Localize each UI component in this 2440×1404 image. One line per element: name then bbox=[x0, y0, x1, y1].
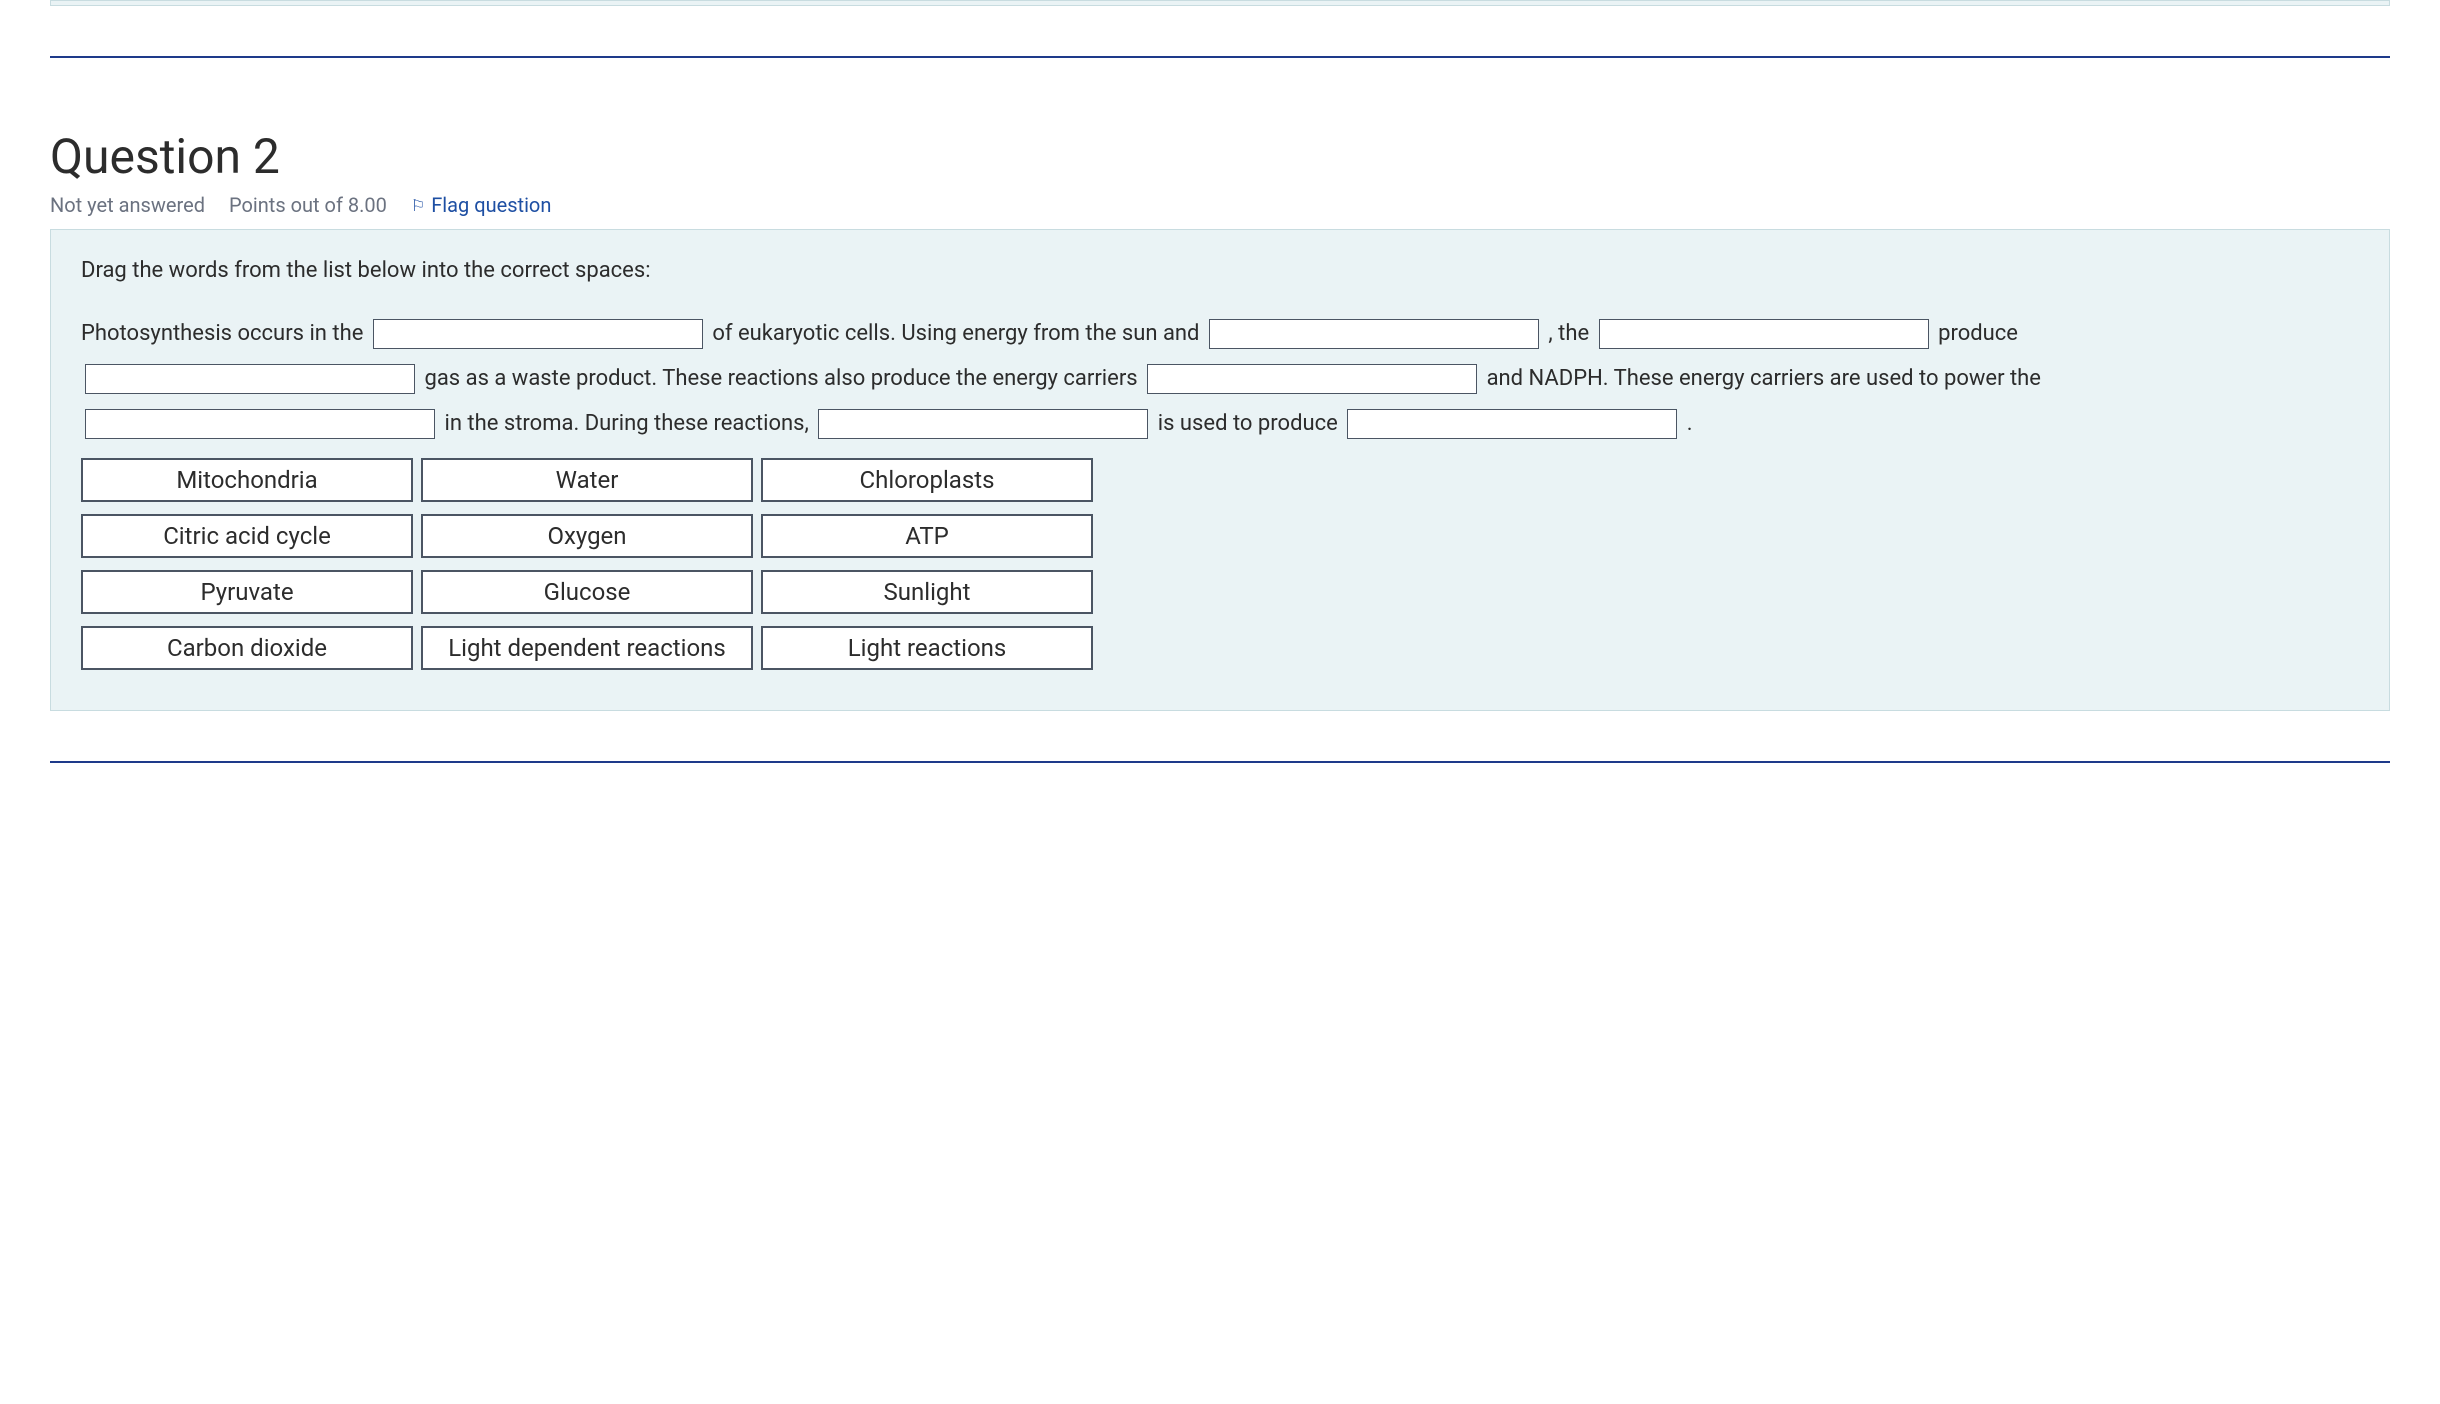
drag-item-citric-acid-cycle[interactable]: Citric acid cycle bbox=[81, 514, 413, 558]
flag-icon: ⚐ bbox=[411, 196, 425, 215]
text-segment-4: produce bbox=[1938, 321, 2018, 346]
drag-item-sunlight[interactable]: Sunlight bbox=[761, 570, 1093, 614]
question-header: Question 2 Not yet answered Points out o… bbox=[50, 128, 2390, 217]
previous-question-box-sliver bbox=[50, 0, 2390, 6]
text-segment-2: of eukaryotic cells. Using energy from t… bbox=[712, 321, 1205, 346]
drag-options-grid: Mitochondria Water Chloroplasts Citric a… bbox=[81, 458, 2359, 670]
divider-bottom bbox=[50, 761, 2390, 763]
divider-top bbox=[50, 56, 2390, 58]
drag-item-water[interactable]: Water bbox=[421, 458, 753, 502]
fill-paragraph: Photosynthesis occurs in the of eukaryot… bbox=[81, 311, 2359, 446]
drag-item-carbon-dioxide[interactable]: Carbon dioxide bbox=[81, 626, 413, 670]
drag-item-light-reactions[interactable]: Light reactions bbox=[761, 626, 1093, 670]
drop-zone-8[interactable] bbox=[1347, 409, 1677, 439]
text-segment-3: , the bbox=[1548, 321, 1594, 346]
text-segment-8: is used to produce bbox=[1158, 411, 1343, 436]
drop-zone-1[interactable] bbox=[373, 319, 703, 349]
question-title: Question 2 bbox=[50, 128, 2390, 185]
flag-question-link[interactable]: ⚐ Flag question bbox=[411, 193, 552, 217]
drag-item-chloroplasts[interactable]: Chloroplasts bbox=[761, 458, 1093, 502]
text-segment-9: . bbox=[1687, 411, 1693, 436]
drag-item-oxygen[interactable]: Oxygen bbox=[421, 514, 753, 558]
flag-question-label: Flag question bbox=[431, 193, 551, 217]
text-segment-1: Photosynthesis occurs in the bbox=[81, 321, 369, 346]
drag-item-light-dependent-reactions[interactable]: Light dependent reactions bbox=[421, 626, 753, 670]
drop-zone-4[interactable] bbox=[85, 364, 415, 394]
question-instructions: Drag the words from the list below into … bbox=[81, 258, 2359, 283]
text-segment-6: and NADPH. These energy carriers are use… bbox=[1487, 366, 2041, 391]
question-meta: Not yet answered Points out of 8.00 ⚐ Fl… bbox=[50, 193, 2390, 217]
drop-zone-2[interactable] bbox=[1209, 319, 1539, 349]
question-body: Drag the words from the list below into … bbox=[50, 229, 2390, 711]
question-points: Points out of 8.00 bbox=[229, 193, 387, 217]
text-segment-7: in the stroma. During these reactions, bbox=[444, 411, 814, 436]
drop-zone-3[interactable] bbox=[1599, 319, 1929, 349]
drag-item-glucose[interactable]: Glucose bbox=[421, 570, 753, 614]
question-status: Not yet answered bbox=[50, 193, 205, 217]
drop-zone-5[interactable] bbox=[1147, 364, 1477, 394]
drag-item-mitochondria[interactable]: Mitochondria bbox=[81, 458, 413, 502]
drag-item-pyruvate[interactable]: Pyruvate bbox=[81, 570, 413, 614]
text-segment-5: gas as a waste product. These reactions … bbox=[424, 366, 1143, 391]
drag-item-atp[interactable]: ATP bbox=[761, 514, 1093, 558]
drop-zone-6[interactable] bbox=[85, 409, 435, 439]
drop-zone-7[interactable] bbox=[818, 409, 1148, 439]
